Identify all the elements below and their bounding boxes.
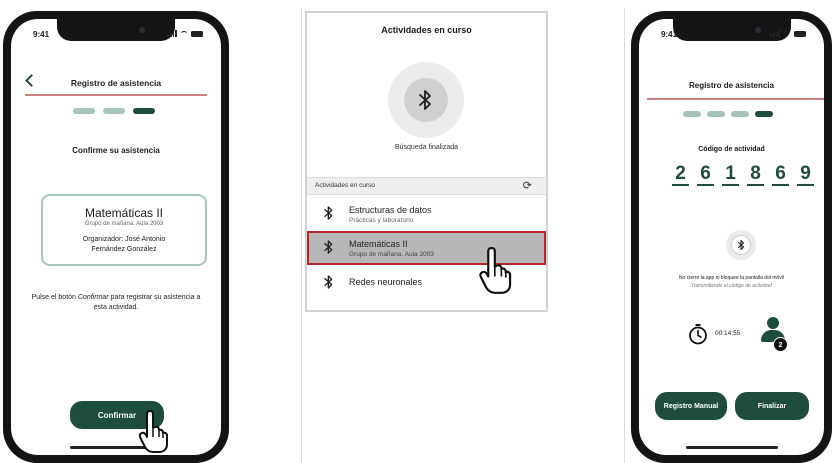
course-card: Matemáticas II Grupo de mañana. Aula 200…	[41, 194, 207, 266]
stopwatch-icon	[689, 324, 707, 345]
confirm-instructions: Pulse el botón Confirmar para registrar …	[31, 293, 201, 313]
progress-step	[73, 108, 95, 114]
page-title: Registro de asistencia	[689, 81, 774, 90]
code-digit: 6	[697, 163, 714, 186]
activity-title: Matemáticas II	[349, 239, 408, 249]
bluetooth-transmit-indicator	[726, 230, 756, 260]
organizer-line-2: Fernández González	[91, 246, 157, 253]
organizer-line-1: Organizador: José Antonio	[82, 236, 166, 243]
attendee-count-badge: 2	[773, 337, 788, 352]
wifi-icon	[783, 31, 791, 37]
status-icons	[770, 30, 806, 37]
course-group: Grupo de mañana. Aula 2003	[84, 221, 164, 227]
progress-steps	[683, 111, 773, 117]
battery-icon	[794, 31, 806, 37]
activity-title: Estructuras de datos	[349, 205, 432, 215]
activity-code: 2 6 1 8 6 9	[672, 163, 814, 186]
progress-step	[731, 111, 749, 117]
panel-divider	[624, 8, 625, 463]
activity-subtitle: Prácticas y laboratorio	[349, 217, 414, 224]
home-indicator	[685, 446, 778, 449]
status-time: 9:41	[661, 30, 678, 39]
person-icon: 2	[759, 317, 789, 353]
signal-icon	[167, 30, 177, 37]
course-name: Matemáticas II	[84, 206, 164, 220]
search-status: Búsqueda finalizada	[394, 144, 459, 151]
activity-title: Redes neuronales	[349, 277, 423, 287]
panel-title: Actividades en curso	[381, 25, 472, 35]
code-label: Código de actividad	[698, 146, 765, 153]
elapsed-time: 00:14:55	[715, 330, 741, 337]
manual-register-button[interactable]: Registro Manual	[655, 392, 727, 420]
phone-notch	[57, 19, 175, 41]
instruction-text-end: para registrar su asistencia a esta acti…	[93, 294, 201, 311]
bluetooth-icon	[324, 206, 333, 220]
bluetooth-icon	[419, 90, 431, 110]
transmitting-status: Transmitiendo el código de actividad	[691, 283, 772, 289]
refresh-icon[interactable]: ⟳	[523, 180, 532, 192]
pointer-hand-icon	[479, 247, 512, 294]
instruction-emphasis: Confirmar	[77, 294, 109, 301]
progress-step	[683, 111, 701, 117]
bluetooth-scan-indicator	[388, 62, 464, 138]
bluetooth-icon	[324, 275, 333, 289]
confirm-heading: Confirme su asistencia	[72, 146, 160, 155]
progress-step	[103, 108, 125, 114]
progress-step	[707, 111, 725, 117]
title-divider	[25, 94, 207, 96]
finish-button[interactable]: Finalizar	[735, 392, 809, 420]
code-digit: 1	[722, 163, 739, 186]
list-header-label: Actividades en curso	[315, 182, 375, 189]
status-icons	[167, 30, 203, 37]
instruction-text: Pulse el botón	[31, 294, 78, 301]
panel-divider	[301, 8, 302, 463]
code-digit: 8	[747, 163, 764, 186]
phone-activity-code: 9:41 Registro de asistencia Código de ac…	[631, 11, 832, 463]
progress-steps	[73, 108, 155, 114]
progress-step-active	[755, 111, 773, 117]
status-time: 9:41	[33, 30, 50, 39]
page-title: Registro de asistencia	[70, 78, 162, 88]
code-digit: 2	[672, 163, 689, 186]
pointer-hand-icon	[138, 410, 168, 453]
bluetooth-icon	[324, 240, 333, 254]
keep-open-warning: No cierre la app ni bloquee la pantalla …	[678, 275, 785, 281]
list-header: Actividades en curso ⟳	[307, 177, 546, 195]
code-digit: 9	[797, 163, 814, 186]
signal-icon	[770, 30, 780, 37]
bluetooth-icon	[737, 239, 745, 251]
phone-confirm-attendance: 9:41 Registro de asistencia Confirme su …	[3, 11, 229, 463]
progress-step-active	[133, 108, 155, 114]
activity-subtitle: Grupo de mañana. Aula 2003	[349, 251, 434, 258]
wifi-icon	[180, 31, 188, 37]
screen-activity-code: 9:41 Registro de asistencia Código de ac…	[639, 19, 824, 455]
battery-icon	[191, 31, 203, 37]
title-divider	[647, 98, 824, 100]
screen-confirm-attendance: 9:41 Registro de asistencia Confirme su …	[11, 19, 221, 455]
code-digit: 6	[772, 163, 789, 186]
course-organizer: Organizador: José Antonio Fernández Gonz…	[43, 235, 205, 255]
activity-item[interactable]: Estructuras de datos Prácticas y laborat…	[307, 197, 546, 231]
